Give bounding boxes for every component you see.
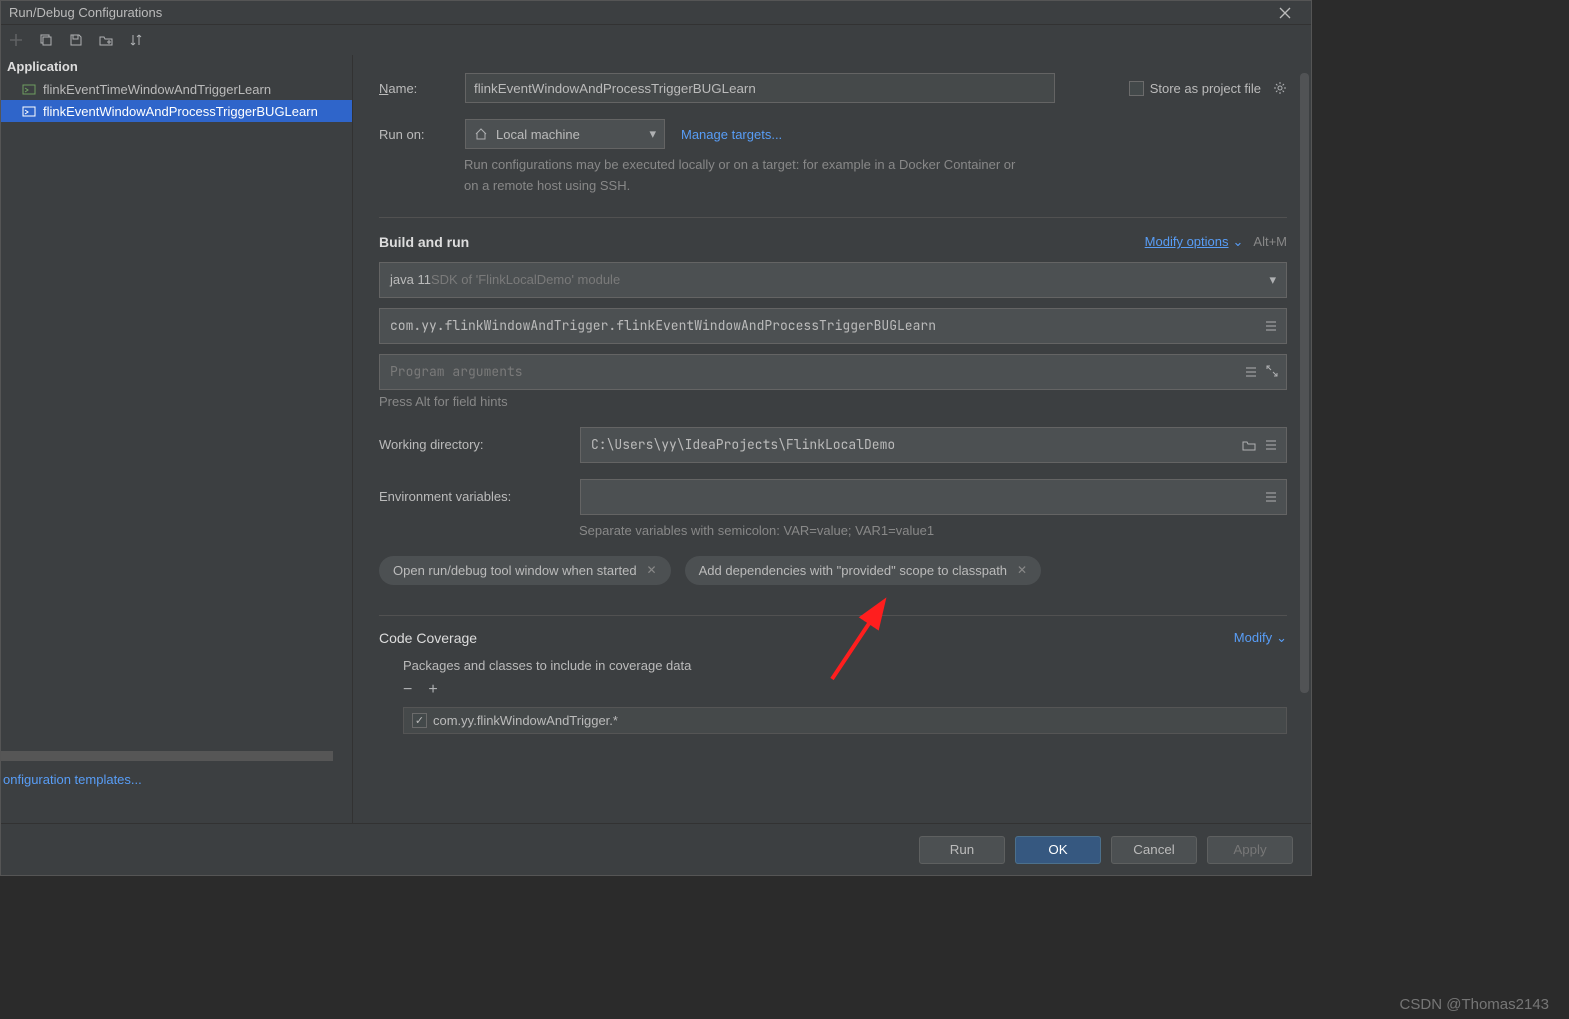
- titlebar: Run/Debug Configurations: [1, 1, 1311, 25]
- chevron-down-icon: ⌄: [1276, 630, 1287, 646]
- folder-config-icon[interactable]: [95, 29, 117, 51]
- sdk-select[interactable]: java 11 SDK of 'FlinkLocalDemo' module ▾: [379, 262, 1287, 298]
- tree-item-label: flinkEventWindowAndProcessTriggerBUGLear…: [43, 104, 318, 119]
- run-button[interactable]: Run: [919, 836, 1005, 864]
- workdir-input[interactable]: [580, 427, 1287, 463]
- name-input[interactable]: [465, 73, 1055, 103]
- chip-remove-icon[interactable]: ✕: [647, 563, 657, 577]
- sidebar-scrollbar[interactable]: [1, 751, 333, 761]
- copy-config-icon[interactable]: [35, 29, 57, 51]
- tree-item[interactable]: flinkEventTimeWindowAndTriggerLearn: [1, 78, 352, 100]
- coverage-tools: − +: [403, 681, 1287, 699]
- modify-kbd: Alt+M: [1253, 234, 1287, 249]
- envvars-field[interactable]: [591, 488, 1276, 505]
- program-args-field[interactable]: [390, 363, 1276, 380]
- name-row: Name: Store as project file: [379, 73, 1287, 103]
- add-config-icon[interactable]: [5, 29, 27, 51]
- coverage-title: Code Coverage: [379, 630, 477, 646]
- main-class-input[interactable]: [379, 308, 1287, 344]
- remove-package-icon[interactable]: −: [403, 681, 412, 699]
- form-scrollbar[interactable]: [1300, 73, 1309, 693]
- store-as-project-file[interactable]: Store as project file: [1129, 81, 1287, 96]
- dialog-body: Application flinkEventTimeWindowAndTrigg…: [1, 55, 1311, 823]
- run-on-combo[interactable]: Local machine ▾: [465, 119, 665, 149]
- list-icon[interactable]: [1244, 365, 1258, 379]
- chevron-down-icon: ▾: [649, 126, 656, 142]
- add-package-icon[interactable]: +: [428, 681, 437, 699]
- expand-icon[interactable]: [1266, 365, 1278, 379]
- name-label: Name:: [379, 81, 449, 96]
- config-tree: Application flinkEventTimeWindowAndTrigg…: [1, 55, 352, 823]
- chevron-down-icon: ▾: [1269, 272, 1276, 288]
- option-chips: Open run/debug tool window when started …: [379, 556, 1287, 585]
- run-on-value: Local machine: [496, 127, 580, 142]
- chevron-down-icon: ⌄: [1233, 234, 1244, 250]
- save-config-icon[interactable]: [65, 29, 87, 51]
- workdir-field[interactable]: [591, 436, 1276, 453]
- coverage-section: Packages and classes to include in cover…: [379, 658, 1287, 734]
- main-class-field[interactable]: [390, 317, 1276, 334]
- envvars-hint: Separate variables with semicolon: VAR=v…: [579, 523, 1287, 538]
- run-on-label: Run on:: [379, 127, 449, 142]
- run-on-row: Run on: Local machine ▾ Manage targets..…: [379, 119, 1287, 149]
- chip-provided-scope: Add dependencies with "provided" scope t…: [685, 556, 1042, 585]
- run-debug-dialog: Run/Debug Configurations Application fli…: [0, 0, 1312, 876]
- chip-label: Add dependencies with "provided" scope t…: [699, 563, 1007, 578]
- coverage-list: com.yy.flinkWindowAndTrigger.*: [403, 707, 1287, 734]
- app-config-icon: [21, 103, 37, 119]
- modify-options-link[interactable]: Modify options ⌄: [1145, 234, 1244, 250]
- coverage-item-label: com.yy.flinkWindowAndTrigger.*: [433, 713, 618, 728]
- sidebar-footer: onfiguration templates...: [1, 766, 352, 793]
- workdir-row: Working directory:: [379, 427, 1287, 463]
- envvars-label: Environment variables:: [379, 489, 564, 504]
- sdk-primary: java 11: [390, 272, 431, 287]
- store-checkbox[interactable]: [1129, 81, 1144, 96]
- alt-hint: Press Alt for field hints: [379, 394, 1287, 409]
- apply-button[interactable]: Apply: [1207, 836, 1293, 864]
- folder-icon[interactable]: [1242, 438, 1256, 452]
- tree-heading-label: Application: [7, 59, 78, 74]
- program-args-input[interactable]: [379, 354, 1287, 390]
- ok-button[interactable]: OK: [1015, 836, 1101, 864]
- sdk-secondary: SDK of 'FlinkLocalDemo' module: [431, 272, 620, 287]
- packages-label: Packages and classes to include in cover…: [403, 658, 1287, 673]
- tree-heading-application[interactable]: Application: [1, 55, 352, 78]
- watermark: CSDN @Thomas2143: [1400, 996, 1549, 1013]
- config-templates-link[interactable]: onfiguration templates...: [3, 772, 142, 787]
- home-icon: [474, 127, 488, 141]
- workdir-label: Working directory:: [379, 437, 564, 452]
- form-area: Name: Store as project file Run on:: [353, 55, 1311, 823]
- sort-config-icon[interactable]: [125, 29, 147, 51]
- close-button[interactable]: [1267, 2, 1303, 24]
- app-config-icon: [21, 81, 37, 97]
- envvars-row: Environment variables:: [379, 479, 1287, 515]
- button-bar: Run OK Cancel Apply: [1, 823, 1311, 875]
- coverage-item[interactable]: com.yy.flinkWindowAndTrigger.*: [404, 708, 1286, 733]
- build-run-title: Build and run: [379, 234, 469, 250]
- coverage-item-checkbox[interactable]: [412, 713, 427, 728]
- cancel-button[interactable]: Cancel: [1111, 836, 1197, 864]
- coverage-modify-link[interactable]: Modify ⌄: [1234, 630, 1287, 646]
- envvars-input[interactable]: [580, 479, 1287, 515]
- list-icon[interactable]: [1264, 319, 1278, 333]
- list-icon[interactable]: [1264, 438, 1278, 452]
- coverage-header: Code Coverage Modify ⌄: [379, 615, 1287, 646]
- run-on-hint: Run configurations may be executed local…: [464, 155, 1024, 197]
- list-icon[interactable]: [1264, 490, 1278, 504]
- chip-remove-icon[interactable]: ✕: [1017, 563, 1027, 577]
- config-toolbar: [1, 25, 1311, 55]
- gear-icon[interactable]: [1273, 81, 1287, 95]
- tree-item-label: flinkEventTimeWindowAndTriggerLearn: [43, 82, 271, 97]
- manage-targets-link[interactable]: Manage targets...: [681, 127, 782, 142]
- dialog-title: Run/Debug Configurations: [9, 5, 162, 20]
- config-sidebar: Application flinkEventTimeWindowAndTrigg…: [1, 55, 353, 823]
- chip-label: Open run/debug tool window when started: [393, 563, 637, 578]
- tree-item-selected[interactable]: flinkEventWindowAndProcessTriggerBUGLear…: [1, 100, 352, 122]
- build-run-header: Build and run Modify options ⌄ Alt+M: [379, 234, 1287, 250]
- chip-open-tool-window: Open run/debug tool window when started …: [379, 556, 671, 585]
- divider: [379, 217, 1287, 218]
